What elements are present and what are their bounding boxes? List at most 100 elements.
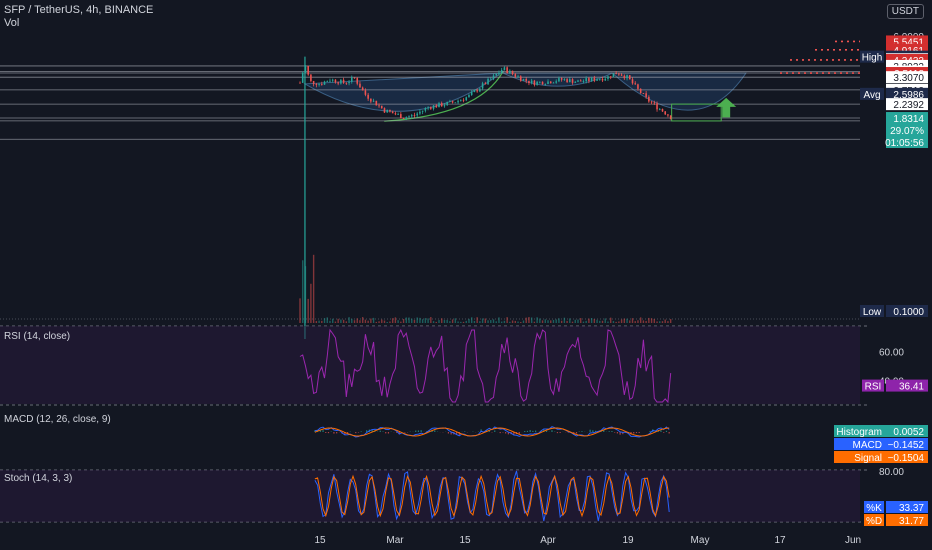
- candle-body-74: [500, 69, 503, 73]
- x-tick-2: 15: [459, 535, 471, 546]
- volume-bar-11: [329, 320, 331, 323]
- volume-bar-49: [432, 321, 435, 323]
- macd-hist-719: [611, 431, 613, 432]
- rsi-label: RSI: [865, 382, 882, 393]
- volume-bar-32: [386, 321, 388, 323]
- macd-hist-148: [327, 432, 330, 434]
- volume-bar-82: [522, 320, 525, 323]
- volume-bar-132: [659, 321, 661, 323]
- macd-hist-214: [360, 431, 362, 432]
- candle-body-51: [438, 103, 440, 108]
- volume-bar-50: [435, 321, 437, 323]
- volume-bar-108: [593, 319, 596, 323]
- macd-hist-648: [575, 432, 578, 434]
- symbol-title[interactable]: SFP / TetherUS, 4h, BINANCE: [4, 4, 153, 16]
- volume-bar-52: [441, 318, 443, 323]
- volume-bar-61: [465, 320, 467, 323]
- macd-hist-763: [633, 432, 635, 434]
- candle-body-110: [598, 78, 601, 80]
- candle-body-120: [626, 75, 628, 79]
- candle-body-71: [492, 75, 495, 79]
- currency-button[interactable]: USDT: [886, 4, 924, 19]
- volume-bar-83: [525, 317, 527, 323]
- stoch-band: [0, 470, 860, 522]
- candle-body-89: [541, 81, 544, 85]
- macd-hist-714: [608, 431, 610, 432]
- macd-hist-389: [447, 432, 450, 434]
- candle-body-29: [378, 105, 380, 107]
- volume-bar-57: [454, 318, 457, 323]
- candle-body-33: [389, 109, 391, 112]
- candle-body-132: [658, 109, 661, 110]
- macd-title: MACD (12, 26, close, 9): [4, 414, 111, 425]
- candle-body-47: [427, 107, 429, 109]
- volume-legend[interactable]: Vol: [4, 17, 19, 29]
- volume-bar-13: [334, 321, 337, 323]
- candle-body-16: [342, 79, 345, 83]
- volume-bar-14: [337, 318, 339, 323]
- candle-body-36: [397, 114, 399, 115]
- volume-bar-111: [601, 320, 604, 323]
- macd-hist-835: [668, 432, 670, 434]
- macd-value-value: −0.1452: [888, 440, 925, 451]
- candle-body-30: [380, 105, 383, 109]
- x-tick-7: Jun: [845, 535, 861, 546]
- volume-bar-67: [481, 318, 484, 323]
- volume-bar-48: [430, 317, 432, 323]
- candle-body-119: [623, 75, 626, 79]
- volume-bar-9: [323, 318, 326, 323]
- macd-hist-560: [532, 430, 534, 432]
- volume-bar-119: [623, 318, 626, 323]
- volume-bar-109: [596, 319, 598, 323]
- candle-body-77: [509, 70, 511, 73]
- volume-bar-113: [607, 321, 609, 323]
- candle-body-6: [315, 84, 318, 85]
- candle-body-75: [503, 67, 506, 70]
- candle-body-23: [361, 87, 364, 91]
- bar-countdown: 01:05:56: [885, 138, 924, 149]
- volume-bar-39: [405, 317, 407, 323]
- candle-body-61: [465, 97, 468, 101]
- volume-bar-134: [664, 319, 666, 323]
- volume-bar-107: [590, 318, 593, 323]
- volume-bar-21: [356, 318, 358, 323]
- macd-hist-681: [592, 430, 594, 432]
- candle-body-40: [408, 116, 410, 118]
- macd-hist-824: [663, 432, 665, 433]
- volume-bar-47: [427, 318, 429, 323]
- volume-bar-5: [312, 254, 315, 323]
- volume-bar-129: [650, 318, 653, 323]
- volume-bar-0: [299, 298, 301, 323]
- volume-bar-44: [419, 317, 421, 323]
- volume-bar-131: [656, 321, 658, 323]
- volume-bar-28: [375, 321, 378, 323]
- volume-bar-100: [571, 321, 574, 323]
- chart-canvas[interactable]: 6.00005.54514.91614.4500High4.28714.2432…: [0, 0, 932, 550]
- volume-bar-7: [318, 320, 320, 323]
- volume-bar-68: [484, 318, 487, 323]
- x-tick-3: Apr: [540, 535, 556, 546]
- candle-body-20: [353, 77, 356, 79]
- candle-body-102: [577, 80, 579, 82]
- price-tag-11: Avg: [863, 90, 880, 101]
- volume-bar-85: [530, 317, 533, 323]
- volume-bar-24: [364, 319, 367, 323]
- candle-body-87: [536, 81, 538, 86]
- macd-hist-335: [420, 430, 422, 432]
- candle-body-11: [329, 80, 331, 82]
- candle-body-106: [588, 78, 590, 81]
- macd-hist-208: [357, 432, 360, 433]
- stoch-title: Stoch (14, 3, 3): [4, 473, 72, 484]
- macd-hist-609: [556, 432, 559, 434]
- volume-bar-91: [547, 320, 549, 323]
- candle-body-104: [582, 81, 585, 82]
- volume-bar-73: [498, 317, 500, 323]
- volume-bar-62: [468, 318, 470, 323]
- candle-body-135: [667, 114, 669, 116]
- candle-body-1: [301, 72, 304, 83]
- volume-bar-87: [536, 317, 538, 323]
- candle-body-15: [340, 79, 342, 84]
- volume-bar-74: [500, 321, 503, 323]
- candle-body-8: [321, 84, 323, 85]
- macd-hist-615: [559, 432, 561, 433]
